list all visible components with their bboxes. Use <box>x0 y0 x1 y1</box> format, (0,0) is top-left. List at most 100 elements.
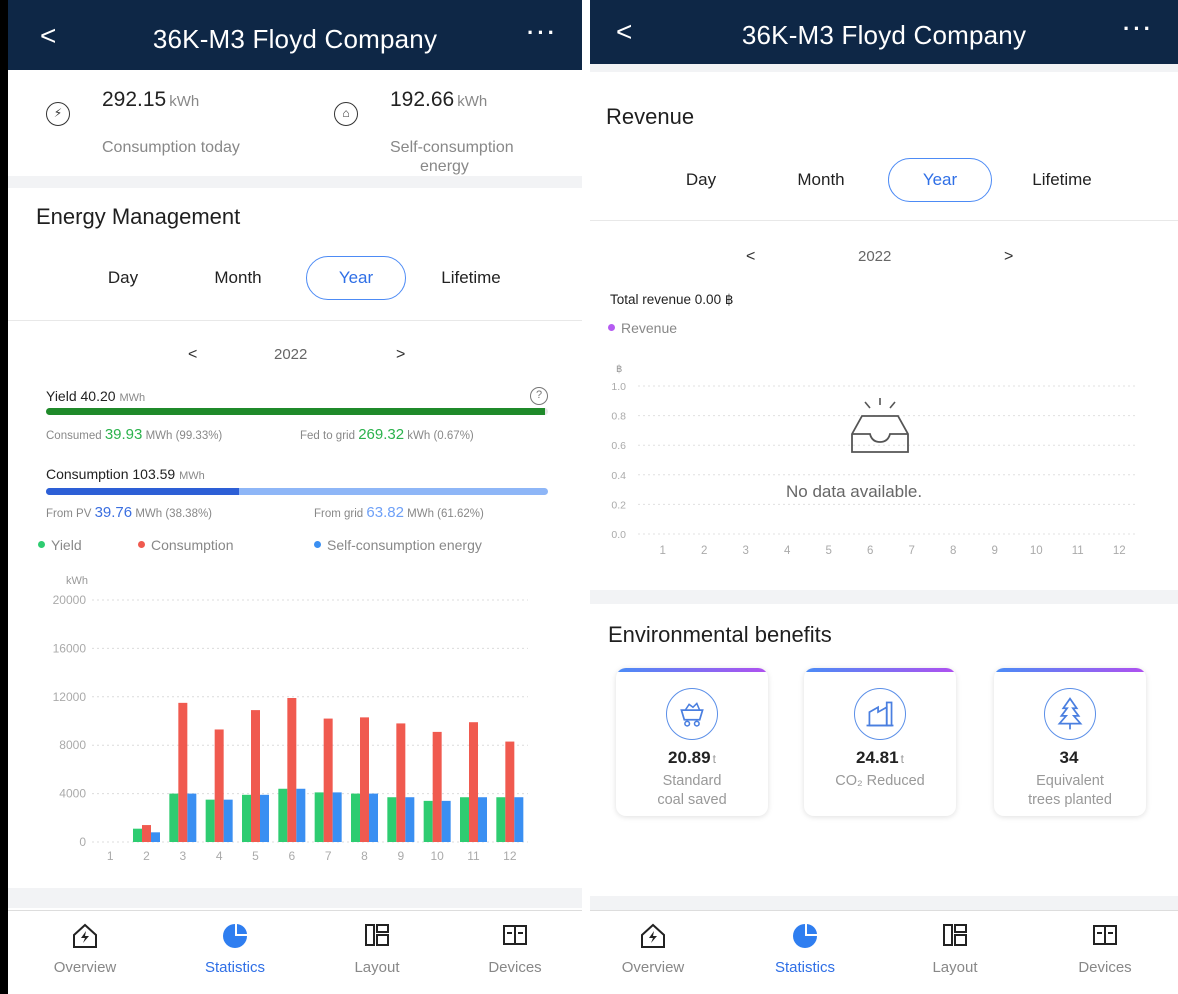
y-tick-label: 0.6 <box>611 440 626 452</box>
trees-planted-label: Equivalent trees planted <box>1028 773 1112 808</box>
period-tabs: Day Month Year Lifetime <box>8 256 582 302</box>
bar-self-consumption-energy-4 <box>223 799 233 842</box>
more-options-button[interactable]: ··· <box>527 20 558 46</box>
from-pv-breakdown: From PV 39.76 MWh (38.38%) <box>46 504 213 521</box>
y-tick-label: 0 <box>79 835 86 849</box>
bar-consumption-3 <box>178 702 188 842</box>
tab-day[interactable]: Day <box>88 256 158 300</box>
tab-year[interactable]: Year <box>306 256 406 300</box>
revenue-screen: < 36K-M3 Floyd Company ··· Revenue Day M… <box>590 0 1178 994</box>
y-tick-label: 16000 <box>53 641 87 655</box>
no-data-message: No data available. <box>786 482 923 501</box>
tab-lifetime[interactable]: Lifetime <box>1016 158 1108 202</box>
tab-year[interactable]: Year <box>888 158 992 202</box>
total-revenue: Total revenue 0.00 ฿ <box>610 292 734 307</box>
x-tick-label: 5 <box>826 545 832 557</box>
divider <box>8 888 582 908</box>
bottom-nav: Overview Statistics Layout Devices <box>590 910 1178 994</box>
energy-bar-chart: kWh0400080001200016000200001 2 3 4 5 6 7 8 9 10 11… <box>53 575 528 863</box>
consumption-dot-icon <box>138 541 145 548</box>
coal-cart-icon <box>666 688 718 740</box>
y-tick-label: 1.0 <box>611 381 626 393</box>
x-tick-label: 10 <box>1030 545 1043 557</box>
bar-yield-3 <box>169 793 179 842</box>
x-tick-label: 8 <box>950 545 956 557</box>
x-tick-label: 12 <box>1113 545 1126 557</box>
y-tick-label: 0.0 <box>611 529 626 541</box>
y-axis-unit-label: ฿ <box>616 364 622 375</box>
section-title: Energy Management <box>36 204 241 229</box>
nav-statistics[interactable]: Statistics <box>750 911 860 994</box>
bar-self-consumption-energy-12 <box>514 797 524 842</box>
tab-month[interactable]: Month <box>776 158 866 202</box>
layout-icon <box>365 924 389 946</box>
x-tick-label: 9 <box>397 849 404 863</box>
app-header: < 36K-M3 Floyd Company ··· <box>590 0 1178 64</box>
tab-month[interactable]: Month <box>198 256 278 300</box>
bar-consumption-10 <box>432 731 442 842</box>
x-tick-label: 1 <box>660 545 666 557</box>
nav-layout[interactable]: Layout <box>900 911 1010 994</box>
bar-self-consumption-energy-10 <box>441 800 451 842</box>
next-year-button[interactable]: > <box>1004 248 1013 266</box>
y-tick-label: 0.8 <box>611 411 626 423</box>
nav-overview[interactable]: Overview <box>30 911 140 994</box>
year-label: 2022 <box>858 248 892 265</box>
divider <box>8 176 582 188</box>
nav-devices[interactable]: Devices <box>460 911 570 994</box>
bar-consumption-11 <box>469 722 478 842</box>
co2-reduced-label: CO₂ Reduced <box>835 773 925 789</box>
x-tick-label: 2 <box>143 849 150 863</box>
y-tick-label: 0.4 <box>611 470 626 482</box>
bar-self-consumption-energy-2 <box>151 832 160 842</box>
bar-yield-6 <box>278 788 288 842</box>
nav-layout[interactable]: Layout <box>322 911 432 994</box>
tab-day[interactable]: Day <box>666 158 736 202</box>
app-header: < 36K-M3 Floyd Company ··· <box>8 0 582 70</box>
coal-saved-value: 20.89 <box>668 748 711 767</box>
env-card-trees: 34 Equivalent trees planted <box>994 668 1146 816</box>
next-year-button[interactable]: > <box>396 346 405 364</box>
bar-yield-7 <box>314 792 324 842</box>
x-tick-label: 1 <box>107 849 114 863</box>
y-axis-unit-label: kWh <box>66 575 88 587</box>
tab-lifetime[interactable]: Lifetime <box>426 256 516 300</box>
bar-consumption-9 <box>396 723 406 842</box>
help-icon[interactable]: ? <box>530 387 548 405</box>
self-consumption-value: 192.66 <box>390 88 455 111</box>
consumption-today-label: Consumption today <box>102 139 240 156</box>
previous-year-button[interactable]: < <box>188 346 197 364</box>
bar-yield-2 <box>133 828 142 842</box>
yield-breakdown: Consumed 39.93 MWh (99.33%) <box>46 426 223 443</box>
nav-devices[interactable]: Devices <box>1050 911 1160 994</box>
bar-consumption-12 <box>505 741 515 842</box>
period-tabs: Day Month Year Lifetime <box>590 158 1178 204</box>
x-tick-label: 2 <box>701 545 707 557</box>
self-consumption-unit: kWh <box>457 93 488 110</box>
bar-consumption-7 <box>323 718 333 842</box>
trees-planted-value: 34 <box>1059 748 1079 767</box>
more-options-button[interactable]: ··· <box>1123 16 1154 42</box>
devices-icon <box>503 925 527 945</box>
y-tick-label: 0.2 <box>611 499 626 511</box>
nav-statistics[interactable]: Statistics <box>180 911 290 994</box>
consumption-today-unit: kWh <box>169 93 200 110</box>
yield-label: Yield 40.20 MWh <box>46 388 146 404</box>
nav-overview[interactable]: Overview <box>598 911 708 994</box>
x-tick-label: 4 <box>784 545 791 557</box>
legend-revenue: Revenue <box>608 320 677 336</box>
environmental-benefits-title: Environmental benefits <box>608 622 832 647</box>
previous-year-button[interactable]: < <box>746 248 755 266</box>
bar-yield-8 <box>351 793 360 842</box>
x-tick-label: 9 <box>992 545 998 557</box>
bar-self-consumption-energy-6 <box>296 788 306 842</box>
consumption-value: 103.59 <box>132 466 176 482</box>
x-tick-label: 3 <box>743 545 749 557</box>
x-tick-label: 7 <box>325 849 332 863</box>
bar-self-consumption-energy-7 <box>332 792 342 842</box>
bar-self-consumption-energy-3 <box>187 793 197 842</box>
yield-dot-icon <box>38 541 45 548</box>
x-tick-label: 5 <box>252 849 259 863</box>
consumption-label: Consumption 103.59 MWh <box>46 466 205 482</box>
consumption-today-value: 292.15 <box>102 88 167 111</box>
